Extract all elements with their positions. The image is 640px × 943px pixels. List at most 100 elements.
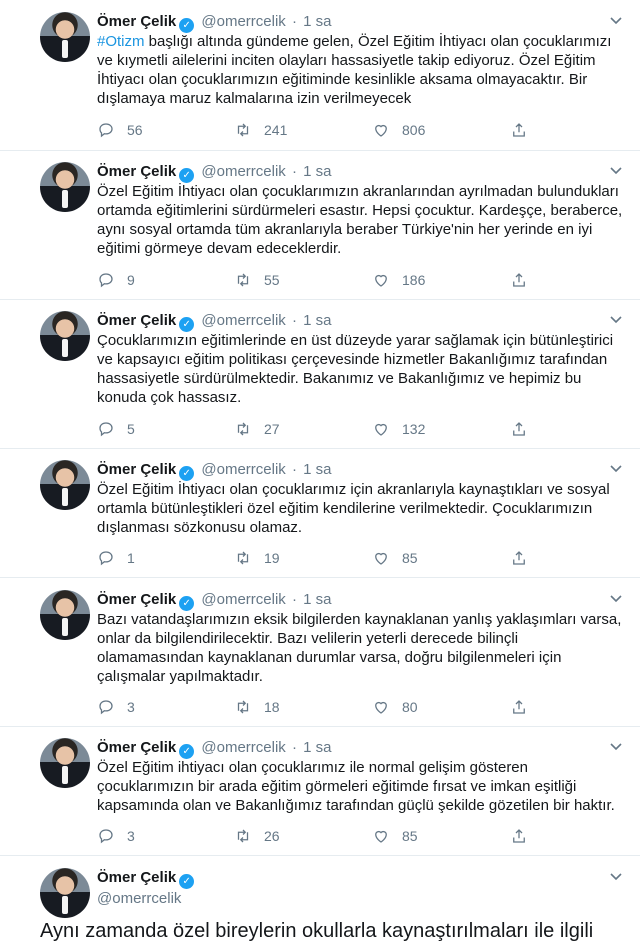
share-button[interactable] (510, 826, 540, 846)
retweet-count: 27 (264, 421, 280, 437)
reply-button[interactable]: 56 (97, 120, 143, 140)
share-button[interactable] (510, 120, 540, 140)
reply-button[interactable]: 3 (97, 697, 135, 717)
tweet-actions: 3 26 85 (97, 826, 537, 846)
author-handle[interactable]: @omerrcelik (201, 461, 285, 478)
reply-count: 9 (127, 272, 135, 288)
chevron-down-icon[interactable] (608, 12, 624, 28)
author-handle[interactable]: @omerrcelik (201, 312, 285, 329)
like-button[interactable]: 132 (372, 419, 425, 439)
chevron-down-icon[interactable] (608, 738, 624, 754)
avatar[interactable] (40, 12, 90, 62)
retweet-button[interactable]: 55 (234, 270, 280, 290)
reply-button[interactable]: 5 (97, 419, 135, 439)
retweet-button[interactable]: 241 (234, 120, 287, 140)
heart-icon (375, 552, 387, 565)
timestamp[interactable]: 1 sa (303, 739, 331, 756)
share-icon (513, 551, 525, 565)
tweet-header: Ömer Çelik ✓ @omerrcelik · 1 sa (97, 12, 332, 33)
verified-badge-icon: ✓ (179, 874, 195, 889)
retweet-icon (237, 551, 249, 565)
tweet-text: Özel Eğitim İhtiyacı olan çocuklarımızın… (97, 183, 623, 257)
author-name[interactable]: Ömer Çelik (97, 591, 176, 608)
like-count: 80 (402, 699, 418, 715)
tweet-text: Çocuklarımızın eğitimlerinde en üst düze… (97, 332, 614, 406)
timestamp[interactable]: 1 sa (303, 13, 331, 30)
avatar[interactable] (40, 738, 90, 788)
reply-count: 5 (127, 421, 135, 437)
author-name[interactable]: Ömer Çelik (97, 13, 176, 30)
like-button[interactable]: 80 (372, 697, 418, 717)
retweet-icon (237, 829, 249, 843)
timestamp[interactable]: 1 sa (303, 163, 331, 180)
divider (0, 726, 640, 727)
retweet-button[interactable]: 19 (234, 548, 280, 568)
retweet-count: 19 (264, 550, 280, 566)
chevron-down-icon[interactable] (608, 590, 624, 606)
retweet-icon (237, 273, 249, 287)
tweet-header: Ömer Çelik ✓ @omerrcelik · 1 sa (97, 311, 332, 332)
heart-icon (375, 701, 387, 714)
share-button[interactable] (510, 270, 540, 290)
author-handle[interactable]: @omerrcelik (201, 13, 285, 30)
tweet-actions: 9 55 186 (97, 270, 537, 290)
share-icon (513, 123, 525, 137)
timestamp[interactable]: 1 sa (303, 591, 331, 608)
chevron-down-icon[interactable] (608, 311, 624, 327)
author-name[interactable]: Ömer Çelik (97, 312, 176, 329)
cropped-article-text: Aynı zamanda özel bireylerin okullarla k… (40, 920, 594, 942)
reply-button[interactable]: 1 (97, 548, 135, 568)
retweet-button[interactable]: 26 (234, 826, 280, 846)
avatar[interactable] (40, 868, 90, 918)
author-handle[interactable]: @omerrcelik (201, 591, 285, 608)
author-handle[interactable]: @omerrcelik (201, 739, 285, 756)
avatar[interactable] (40, 460, 90, 510)
reply-count: 1 (127, 550, 135, 566)
reply-icon (99, 422, 113, 437)
like-button[interactable]: 186 (372, 270, 425, 290)
share-icon (513, 829, 525, 843)
reply-button[interactable]: 9 (97, 270, 135, 290)
retweet-button[interactable]: 18 (234, 697, 280, 717)
tweet-text: Özel Eğitim ihtiyacı olan çocuklarımız i… (97, 759, 615, 814)
like-count: 85 (402, 828, 418, 844)
like-count: 806 (402, 122, 426, 138)
chevron-down-icon[interactable] (608, 162, 624, 178)
reply-icon (99, 700, 113, 715)
reply-count: 3 (127, 828, 135, 844)
tweet-text: Bazı vatandaşlarımızın eksik bilgilerden… (97, 611, 622, 685)
avatar[interactable] (40, 311, 90, 361)
author-handle[interactable]: @omerrcelik (201, 163, 285, 180)
reply-count: 3 (127, 699, 135, 715)
chevron-down-icon[interactable] (608, 868, 624, 884)
share-button[interactable] (510, 548, 540, 568)
timestamp[interactable]: 1 sa (303, 312, 331, 329)
share-button[interactable] (510, 697, 540, 717)
hashtag-link[interactable]: #Otizm (97, 33, 145, 50)
tweet-header: Ömer Çelik ✓ @omerrcelik · 1 sa (97, 162, 332, 183)
author-name[interactable]: Ömer Çelik (97, 869, 176, 886)
author-handle[interactable]: @omerrcelik (97, 890, 181, 907)
author-name[interactable]: Ömer Çelik (97, 739, 176, 756)
divider (0, 855, 640, 856)
like-button[interactable]: 806 (372, 120, 425, 140)
tweet-text: #Otizm başlığı altında gündeme gelen, Öz… (97, 32, 627, 108)
author-card-handle: @omerrcelik (97, 889, 181, 909)
avatar[interactable] (40, 590, 90, 640)
reply-icon (99, 829, 113, 844)
author-name[interactable]: Ömer Çelik (97, 461, 176, 478)
tweet-header: Ömer Çelik ✓ @omerrcelik · 1 sa (97, 590, 332, 611)
retweet-icon (237, 700, 249, 714)
verified-badge-icon: ✓ (179, 317, 195, 332)
timestamp[interactable]: 1 sa (303, 461, 331, 478)
like-button[interactable]: 85 (372, 826, 418, 846)
reply-button[interactable]: 3 (97, 826, 135, 846)
retweet-button[interactable]: 27 (234, 419, 280, 439)
avatar[interactable] (40, 162, 90, 212)
author-card-header: Ömer Çelik ✓ (97, 868, 197, 889)
like-button[interactable]: 85 (372, 548, 418, 568)
heart-icon (375, 830, 387, 843)
chevron-down-icon[interactable] (608, 460, 624, 476)
author-name[interactable]: Ömer Çelik (97, 163, 176, 180)
share-button[interactable] (510, 419, 540, 439)
